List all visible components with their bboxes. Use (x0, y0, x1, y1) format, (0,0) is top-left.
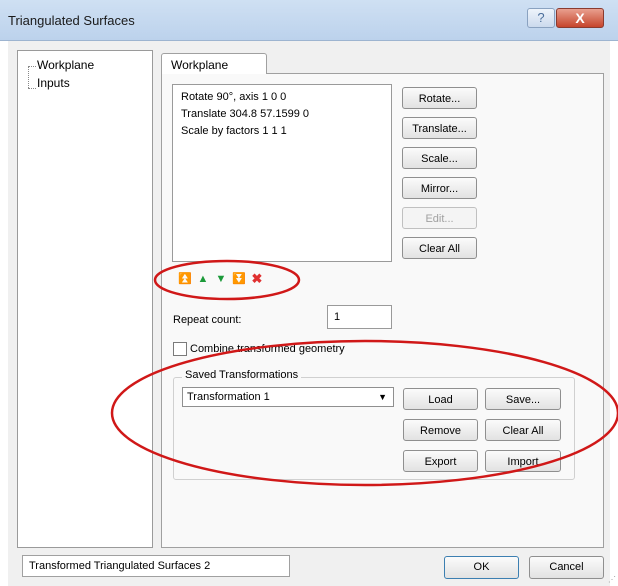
move-up-icon[interactable]: ▲ (196, 272, 210, 286)
tree-connector (28, 66, 29, 88)
tab-workplane[interactable]: Workplane (161, 53, 267, 74)
move-top-icon[interactable]: ⏫ (178, 272, 192, 286)
save-button[interactable]: Save... (485, 388, 561, 410)
clear-all-button[interactable]: Clear All (402, 237, 477, 259)
output-name-field[interactable]: Transformed Triangulated Surfaces 2 (22, 555, 290, 577)
edit-button[interactable]: Edit... (402, 207, 477, 229)
saved-transformations-label: Saved Transformations (182, 369, 302, 381)
tree-item-workplane[interactable]: Workplane (35, 57, 96, 73)
tab-label: Workplane (171, 58, 229, 72)
rotate-button[interactable]: Rotate... (402, 87, 477, 109)
export-button[interactable]: Export (403, 450, 478, 472)
mirror-button[interactable]: Mirror... (402, 177, 477, 199)
repeat-count-input[interactable]: 1 (327, 305, 392, 329)
list-item[interactable]: Rotate 90°, axis 1 0 0 (181, 91, 286, 103)
repeat-count-label: Repeat count: (173, 314, 242, 326)
translate-button[interactable]: Translate... (402, 117, 477, 139)
tree-item-inputs[interactable]: Inputs (35, 75, 72, 91)
list-item[interactable]: Scale by factors 1 1 1 (181, 125, 287, 137)
delete-icon[interactable]: ✖ (250, 272, 264, 286)
saved-transformation-select[interactable]: Transformation 1 ▼ (182, 387, 394, 407)
list-item[interactable]: Translate 304.8 57.1599 0 (181, 108, 309, 120)
remove-button[interactable]: Remove (403, 419, 478, 441)
saved-clear-all-button[interactable]: Clear All (485, 419, 561, 441)
close-icon: X (575, 10, 585, 26)
resize-grip-icon[interactable]: ⋰ (608, 575, 616, 584)
transform-list[interactable]: Rotate 90°, axis 1 0 0 Translate 304.8 5… (172, 84, 392, 262)
title-bar: Triangulated Surfaces ? X (0, 0, 618, 41)
select-value: Transformation 1 (187, 391, 270, 403)
import-button[interactable]: Import (485, 450, 561, 472)
scale-button[interactable]: Scale... (402, 147, 477, 169)
help-icon: ? (537, 10, 545, 25)
close-button[interactable]: X (556, 8, 604, 28)
ok-button[interactable]: OK (444, 556, 519, 579)
load-button[interactable]: Load (403, 388, 478, 410)
help-button[interactable]: ? (527, 8, 555, 28)
combine-label: Combine transformed geometry (190, 343, 345, 355)
chevron-down-icon: ▼ (378, 392, 387, 402)
cancel-button[interactable]: Cancel (529, 556, 604, 579)
navigation-tree: Workplane Inputs (17, 50, 153, 548)
move-bottom-icon[interactable]: ⏬ (232, 272, 246, 286)
move-down-icon[interactable]: ▼ (214, 272, 228, 286)
window-title: Triangulated Surfaces (8, 13, 135, 28)
combine-checkbox[interactable] (173, 342, 187, 356)
